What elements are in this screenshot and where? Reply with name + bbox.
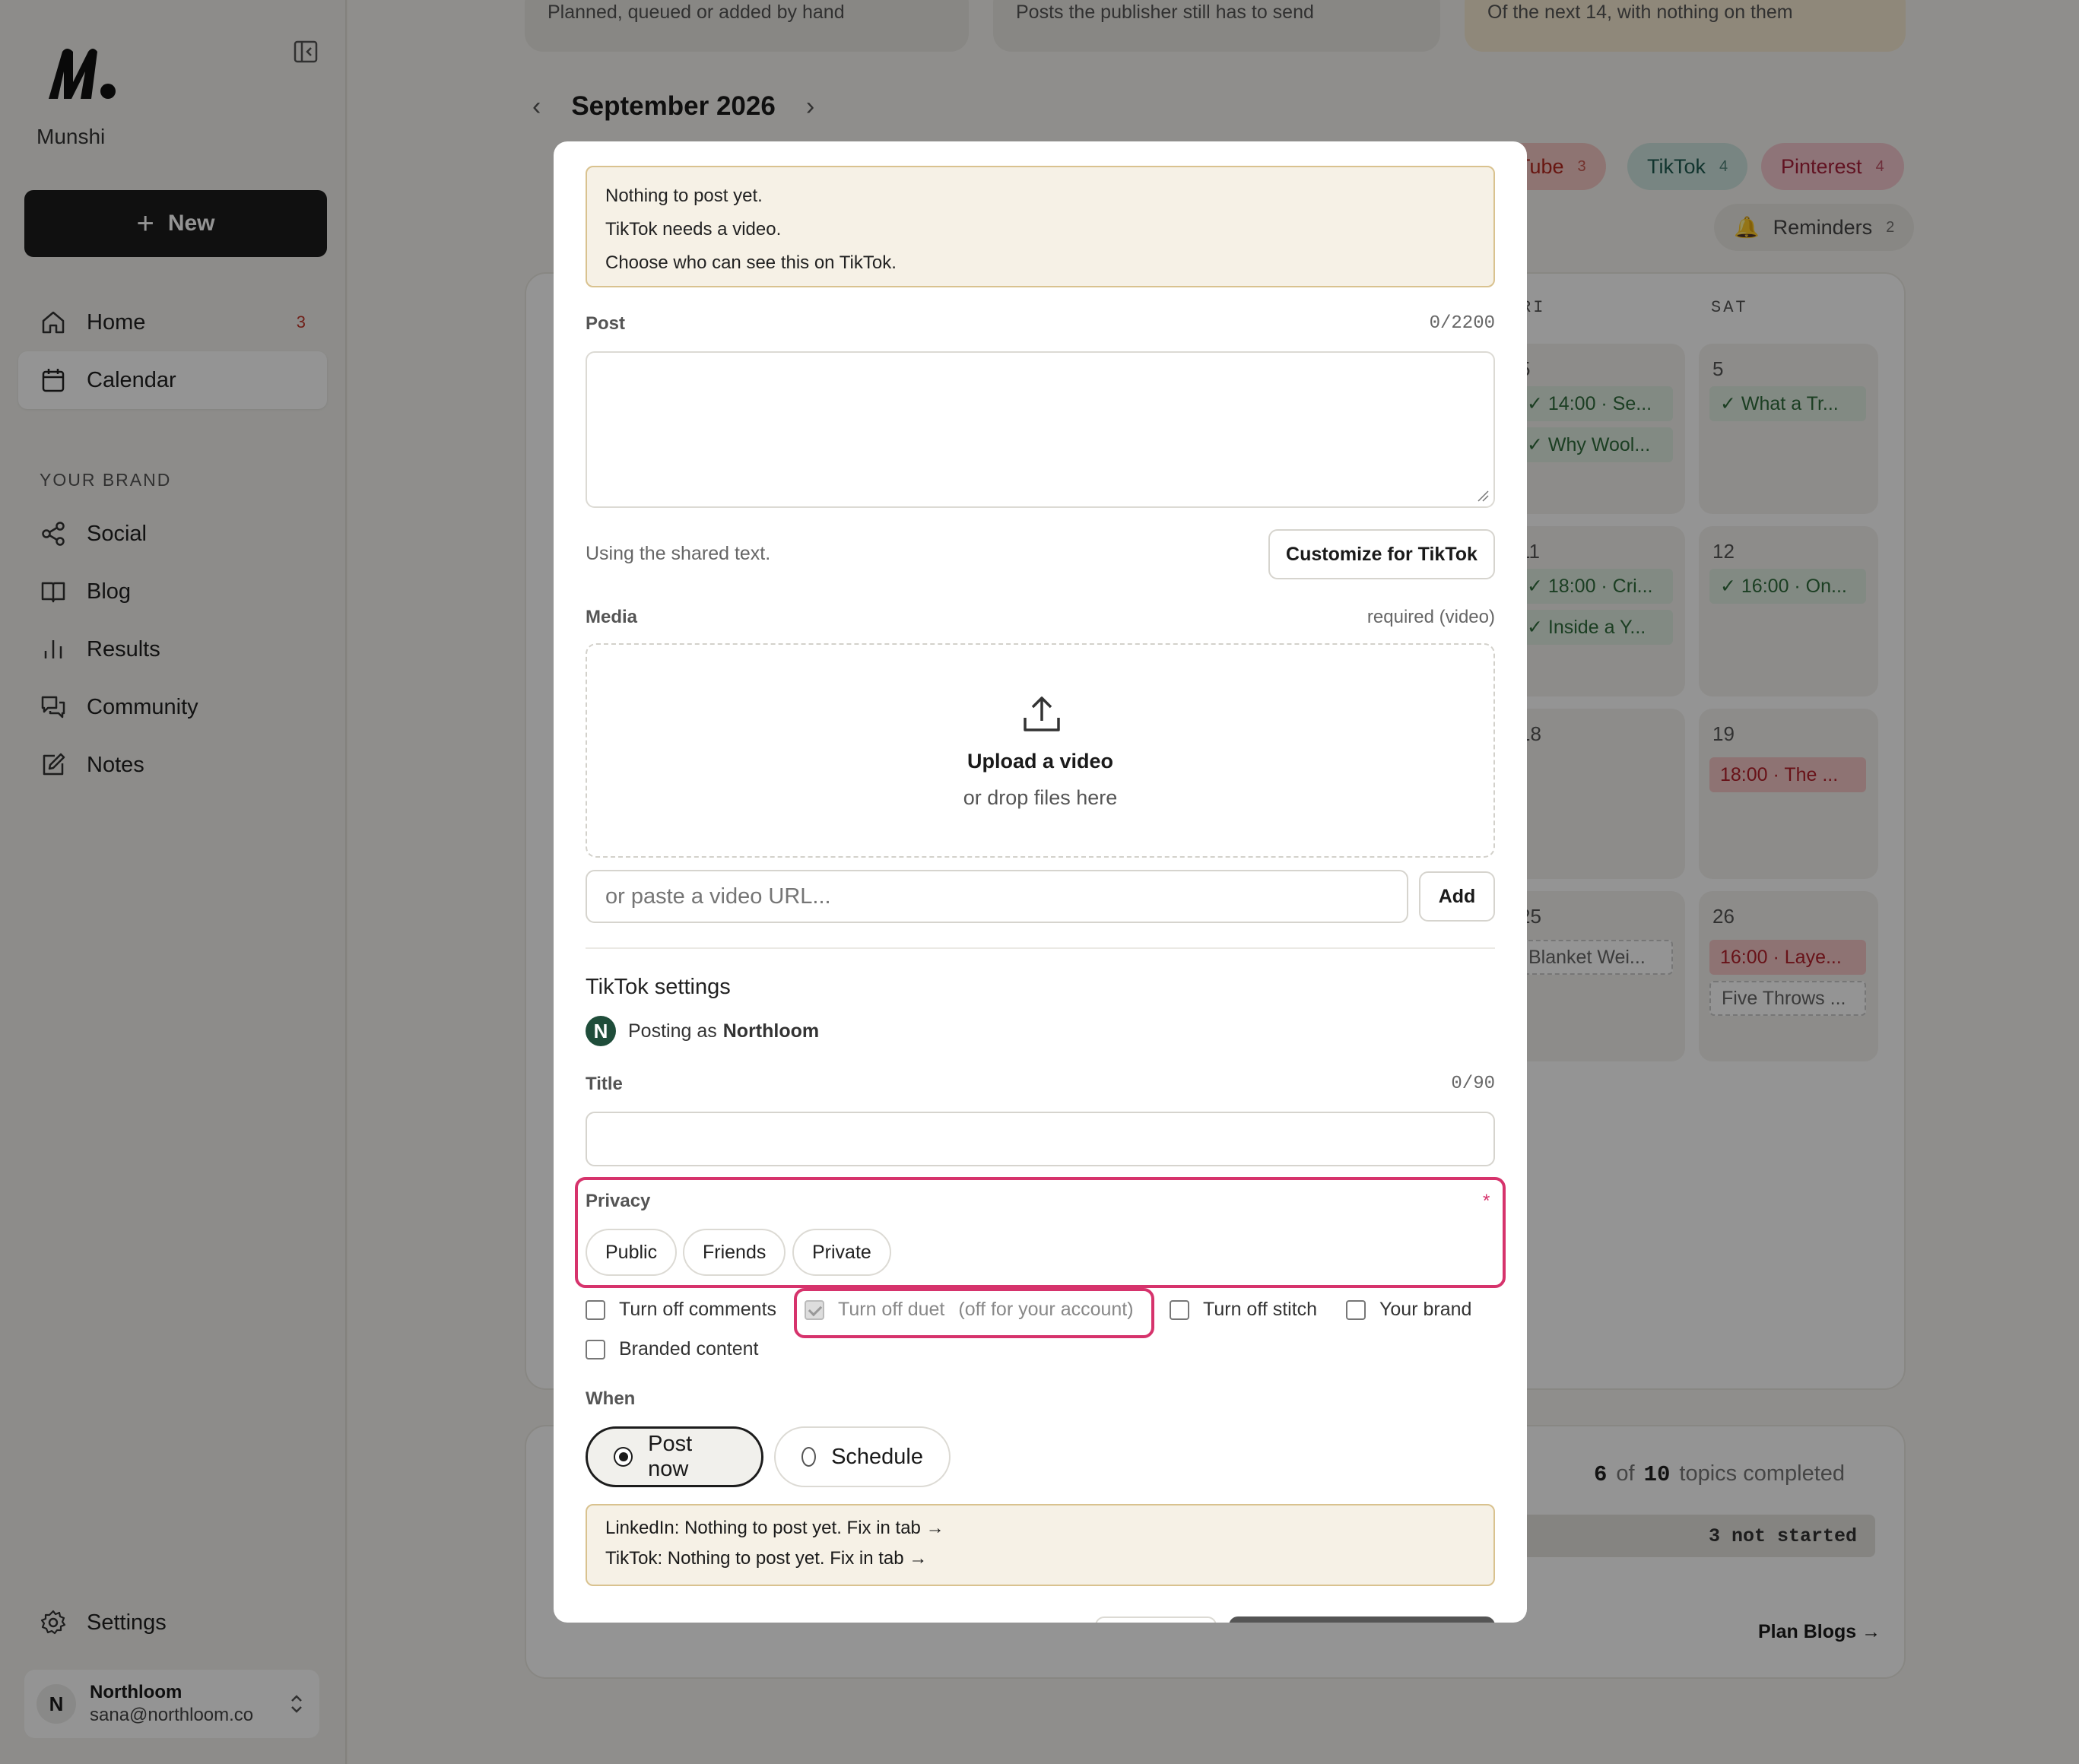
publish-warnings: LinkedIn: Nothing to post yet. Fix in ta… <box>586 1504 1495 1586</box>
turn-off-stitch-checkbox[interactable]: Turn off stitch <box>1170 1299 1317 1321</box>
privacy-option-public[interactable]: Public <box>586 1229 678 1276</box>
checkbox-label: Turn off comments <box>619 1299 777 1320</box>
account-avatar: N <box>586 1016 616 1046</box>
privacy-option-private[interactable]: Private <box>792 1229 891 1276</box>
radio-dot <box>614 1447 633 1467</box>
media-label: Media <box>586 607 638 627</box>
privacy-option-friends[interactable]: Friends <box>683 1229 786 1276</box>
title-char-counter: 0/90 <box>1451 1074 1495 1094</box>
warning-linkedin[interactable]: LinkedIn: Nothing to post yet. Fix in ta… <box>605 1513 1475 1544</box>
divider <box>586 947 1495 949</box>
radio-label: Post now <box>648 1432 693 1481</box>
checkbox-label: Your brand <box>1379 1299 1472 1320</box>
turn-off-comments-checkbox[interactable]: Turn off comments <box>586 1299 776 1321</box>
post-now-radio[interactable]: Post now <box>586 1426 763 1487</box>
checkbox-box <box>805 1299 824 1320</box>
required-marker: * <box>1483 1191 1490 1211</box>
checkbox-label: Branded content <box>619 1338 759 1359</box>
radio-dot <box>801 1447 817 1467</box>
customize-tiktok-button[interactable]: Customize for TikTok <box>1268 529 1495 579</box>
upload-title: Upload a video <box>966 750 1114 773</box>
post-char-counter: 0/2200 <box>1429 313 1495 334</box>
privacy-label: Privacy <box>586 1191 651 1211</box>
media-required-note: required (video) <box>1366 607 1495 627</box>
checkbox-box[interactable] <box>1170 1299 1189 1320</box>
title-label: Title <box>586 1074 623 1094</box>
upload-dropzone[interactable]: Upload a video or drop files here <box>586 643 1495 858</box>
radio-label: Schedule <box>831 1444 923 1469</box>
validation-notice: Nothing to post yet. TikTok needs a vide… <box>586 166 1495 287</box>
post-label: Post <box>586 313 626 334</box>
add-url-button[interactable]: Add <box>1419 871 1495 922</box>
posting-as-prefix: Posting as <box>628 1020 717 1042</box>
warning-tiktok[interactable]: TikTok: Nothing to post yet. Fix in tab … <box>605 1544 1475 1574</box>
submit-button[interactable] <box>1229 1616 1495 1623</box>
your-brand-checkbox[interactable]: Your brand <box>1346 1299 1471 1321</box>
title-input[interactable] <box>586 1112 1495 1166</box>
checkbox-label: Turn off stitch <box>1203 1299 1318 1320</box>
checkbox-label: Turn off duet <box>838 1299 945 1320</box>
notice-line: TikTok needs a video. <box>605 219 782 240</box>
duet-note: (off for your account) <box>958 1299 1134 1320</box>
checkbox-box[interactable] <box>586 1299 605 1320</box>
branded-content-checkbox[interactable]: Branded content <box>586 1338 758 1360</box>
resize-handle-icon[interactable] <box>1477 490 1489 502</box>
posting-as: N Posting as Northloom <box>586 1016 819 1046</box>
compose-modal: Nothing to post yet. TikTok needs a vide… <box>554 141 1527 1623</box>
upload-subtitle: or drop files here <box>963 786 1118 809</box>
notice-line: Nothing to post yet. <box>605 186 763 206</box>
cancel-button[interactable] <box>1095 1616 1217 1623</box>
post-textarea[interactable] <box>586 351 1495 508</box>
shared-text-note: Using the shared text. <box>586 543 771 564</box>
when-label: When <box>586 1388 636 1409</box>
turn-off-duet-checkbox: Turn off duet (off for your account) <box>805 1299 1134 1321</box>
upload-icon <box>1024 696 1060 731</box>
posting-account-name: Northloom <box>722 1020 820 1042</box>
video-url-input[interactable] <box>586 870 1408 923</box>
tiktok-settings-title: TikTok settings <box>586 975 731 999</box>
checkbox-box[interactable] <box>586 1339 605 1359</box>
checkbox-box[interactable] <box>1346 1299 1366 1320</box>
notice-line: Choose who can see this on TikTok. <box>605 252 897 273</box>
schedule-radio[interactable]: Schedule <box>774 1426 951 1487</box>
